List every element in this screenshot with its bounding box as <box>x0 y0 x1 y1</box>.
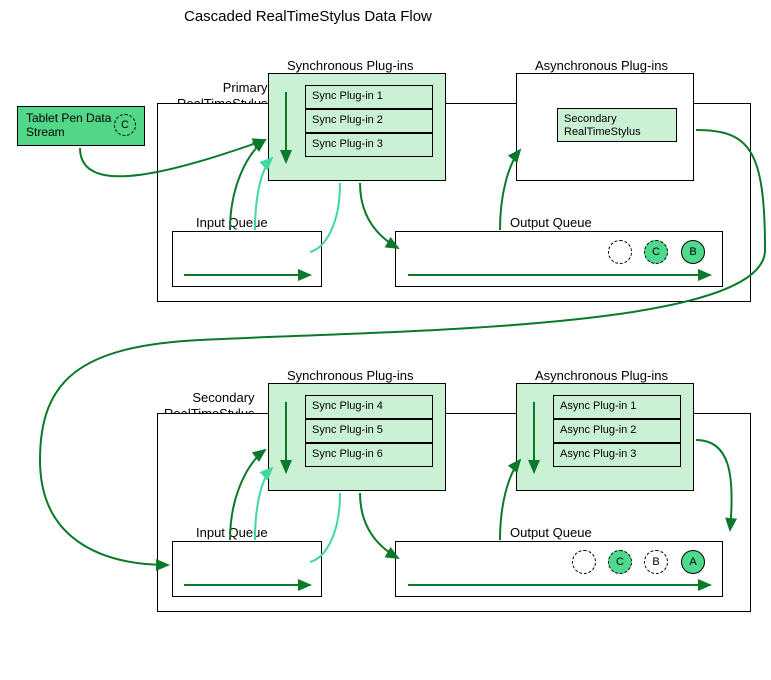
tablet-token-c: C <box>114 114 136 136</box>
primary-sync-plugin-2: Sync Plug-in 2 <box>305 109 433 133</box>
secondary-sync-plugin-5: Sync Plug-in 5 <box>305 419 433 443</box>
secondary-out-token-b: B <box>644 550 668 574</box>
secondary-async-header: Asynchronous Plug-ins <box>535 368 668 384</box>
secondary-output-queue-label: Output Queue <box>510 525 592 541</box>
primary-out-token-c: C <box>644 240 668 264</box>
diagram-canvas: { "title": "Cascaded RealTimeStylus Data… <box>0 0 771 680</box>
secondary-input-queue-box <box>172 541 322 597</box>
secondary-sync-header: Synchronous Plug-ins <box>287 368 413 384</box>
primary-async-header: Asynchronous Plug-ins <box>535 58 668 74</box>
secondary-output-queue-box <box>395 541 723 597</box>
secondary-async-plugin-3: Async Plug-in 3 <box>553 443 681 467</box>
secondary-sync-plugin-4: Sync Plug-in 4 <box>305 395 433 419</box>
primary-input-queue-box <box>172 231 322 287</box>
primary-out-token-empty <box>608 240 632 264</box>
primary-sync-header: Synchronous Plug-ins <box>287 58 413 74</box>
diagram-title: Cascaded RealTimeStylus Data Flow <box>184 8 432 26</box>
secondary-out-token-a: A <box>681 550 705 574</box>
tablet-pen-box: Tablet Pen Data Stream C <box>17 106 145 146</box>
secondary-async-plugin-1: Async Plug-in 1 <box>553 395 681 419</box>
secondary-out-token-empty <box>572 550 596 574</box>
primary-sync-plugin-3: Sync Plug-in 3 <box>305 133 433 157</box>
primary-async-secondary-rts: Secondary RealTimeStylus <box>557 108 677 142</box>
primary-sync-plugin-1: Sync Plug-in 1 <box>305 85 433 109</box>
primary-out-token-b: B <box>681 240 705 264</box>
primary-input-queue-label: Input Queue <box>196 215 268 231</box>
secondary-async-plugin-2: Async Plug-in 2 <box>553 419 681 443</box>
secondary-out-token-c: C <box>608 550 632 574</box>
secondary-sync-plugin-6: Sync Plug-in 6 <box>305 443 433 467</box>
primary-output-queue-label: Output Queue <box>510 215 592 231</box>
secondary-input-queue-label: Input Queue <box>196 525 268 541</box>
tablet-pen-label: Tablet Pen Data Stream <box>26 111 111 139</box>
primary-output-queue-box <box>395 231 723 287</box>
